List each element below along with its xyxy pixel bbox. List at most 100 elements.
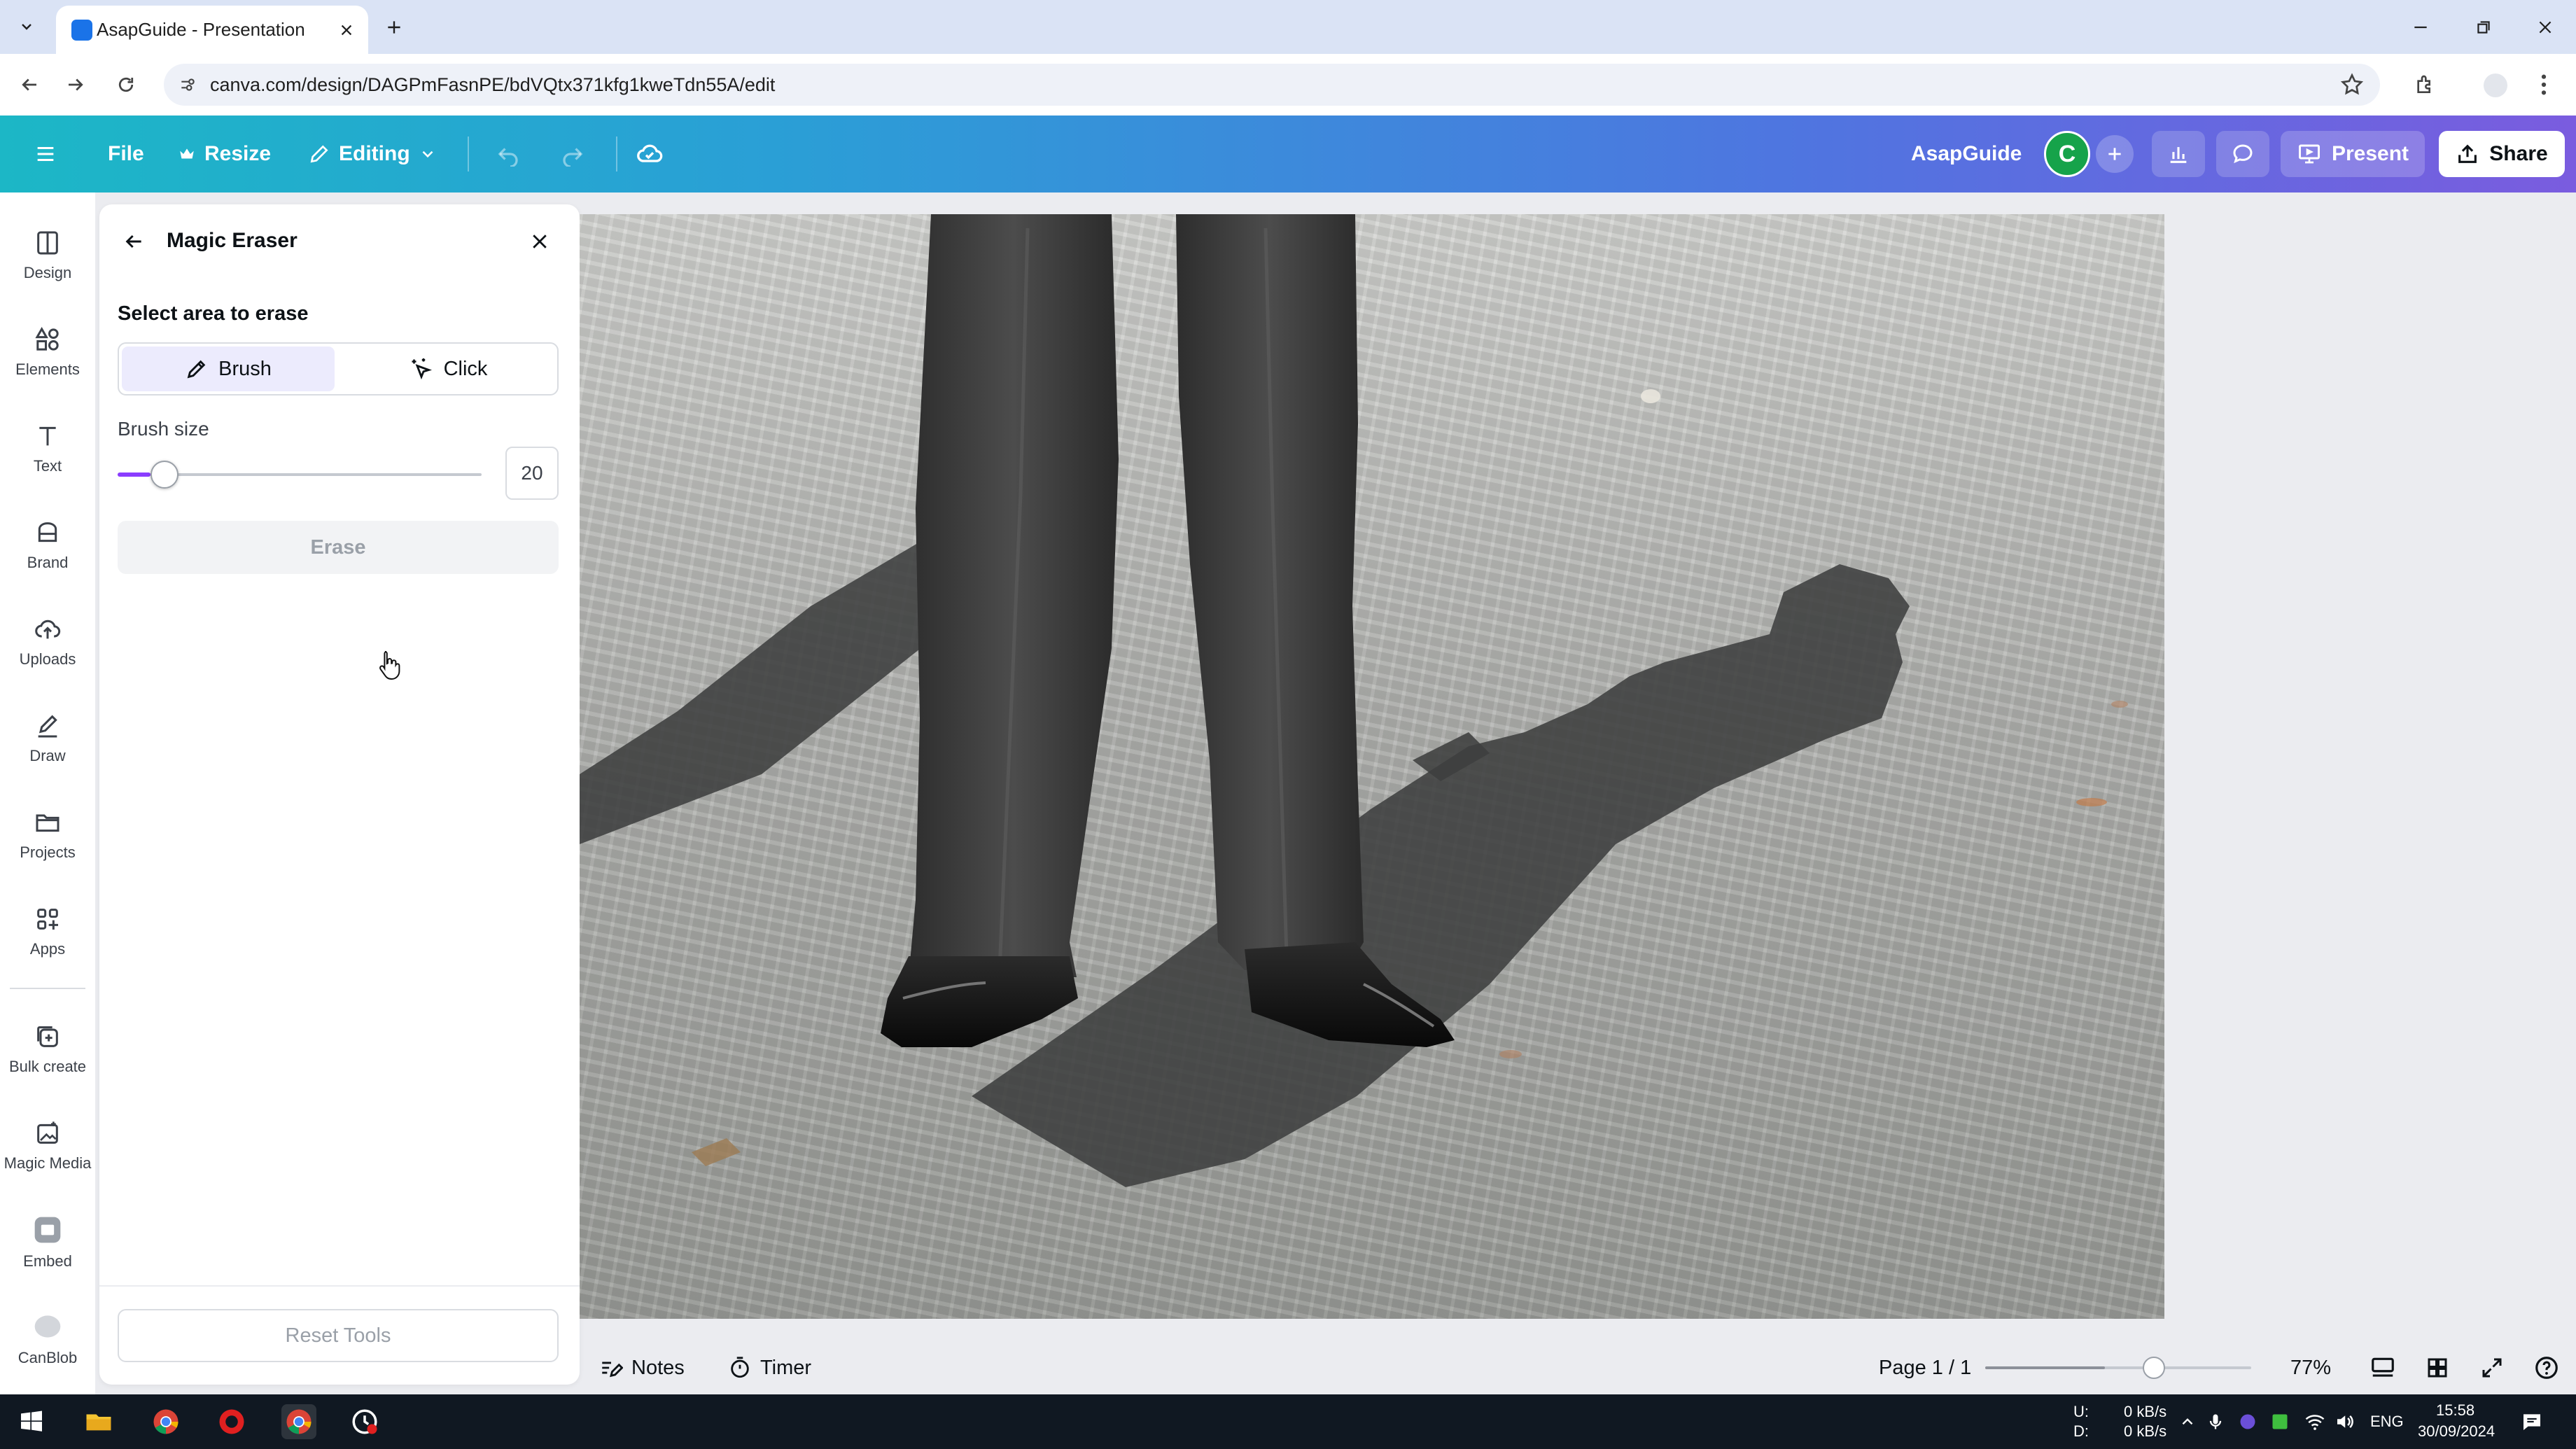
- timer-button[interactable]: Timer: [728, 1341, 811, 1394]
- share-button[interactable]: Share: [2439, 131, 2565, 177]
- rail-item-projects[interactable]: Projects: [0, 793, 95, 877]
- bulk-create-icon: [34, 1023, 62, 1051]
- zoom-slider-thumb[interactable]: [2143, 1357, 2165, 1379]
- microphone-icon[interactable]: [2198, 1404, 2233, 1439]
- cloud-upload-icon: [34, 615, 62, 643]
- shapes-icon: [34, 326, 62, 354]
- slider-fill: [118, 472, 150, 477]
- bookmark-star-icon[interactable]: [2339, 72, 2365, 97]
- site-info-icon[interactable]: [174, 71, 202, 99]
- brush-mode-button[interactable]: Brush: [122, 346, 335, 391]
- clock-app-icon[interactable]: [347, 1404, 382, 1439]
- user-avatar[interactable]: C: [2044, 131, 2090, 177]
- window-close-button[interactable]: [2524, 10, 2566, 45]
- click-mode-button[interactable]: Click: [342, 346, 554, 391]
- rail-label: Draw: [29, 747, 66, 764]
- rail-item-design[interactable]: Design: [0, 214, 95, 298]
- rail-label: Design: [23, 264, 72, 281]
- fullscreen-button[interactable]: [2477, 1352, 2507, 1383]
- extensions-puzzle-icon[interactable]: [2408, 68, 2442, 102]
- tab-close-icon[interactable]: [336, 20, 357, 41]
- zoom-percentage[interactable]: 77%: [2290, 1341, 2331, 1394]
- slider-thumb[interactable]: [150, 461, 178, 489]
- back-button[interactable]: [13, 68, 46, 102]
- rail-label: Elements: [15, 360, 80, 378]
- photo-legs-shadow-image: [580, 214, 2128, 1187]
- rail-item-elements[interactable]: Elements: [0, 310, 95, 394]
- canblob-app-icon: [32, 1311, 63, 1342]
- windows-start-icon[interactable]: [14, 1404, 49, 1439]
- notifications-icon[interactable]: [2514, 1404, 2549, 1439]
- forward-button[interactable]: [59, 68, 92, 102]
- address-bar[interactable]: canva.com/design/DAGPmFasnPE/bdVQtx371kf…: [164, 64, 2380, 106]
- rail-label: Uploads: [19, 650, 76, 668]
- reload-button[interactable]: [109, 68, 143, 102]
- rail-item-brand[interactable]: Brand: [0, 503, 95, 587]
- new-tab-button[interactable]: [378, 11, 410, 43]
- redo-button[interactable]: [560, 115, 585, 192]
- volume-icon[interactable]: [2327, 1404, 2362, 1439]
- file-menu[interactable]: File: [108, 115, 144, 192]
- pencil-icon: [308, 143, 330, 165]
- crown-icon: [178, 145, 196, 163]
- rail-item-canblob[interactable]: CanBlob: [0, 1297, 95, 1381]
- clock-time[interactable]: 15:58: [2436, 1401, 2474, 1420]
- folder-icon: [34, 808, 62, 836]
- browser-tab-active[interactable]: AsapGuide - Presentation: [56, 6, 368, 54]
- editing-mode-dropdown[interactable]: Editing: [308, 115, 437, 192]
- file-explorer-icon[interactable]: [81, 1404, 116, 1439]
- tray-app-icon[interactable]: [2230, 1404, 2265, 1439]
- team-name[interactable]: AsapGuide: [1911, 115, 2022, 192]
- back-arrow-button[interactable]: [118, 225, 150, 258]
- input-language[interactable]: ENG: [2370, 1413, 2404, 1431]
- pages-view-button[interactable]: [2367, 1352, 2398, 1383]
- rail-label: Magic Media: [4, 1154, 92, 1172]
- rail-item-embed[interactable]: Embed: [0, 1200, 95, 1284]
- rail-item-text[interactable]: Text: [0, 407, 95, 491]
- tray-gpu-icon[interactable]: [2262, 1404, 2297, 1439]
- design-canvas-photo[interactable]: [580, 214, 2164, 1319]
- notes-label: Notes: [631, 1356, 685, 1379]
- grid-view-button[interactable]: [2422, 1352, 2453, 1383]
- erase-button[interactable]: Erase: [118, 521, 559, 574]
- zoom-slider[interactable]: [1985, 1357, 2251, 1379]
- panel-close-button[interactable]: [524, 225, 556, 258]
- rail-item-bulk-create[interactable]: Bulk create: [0, 1007, 95, 1091]
- header-divider: [616, 136, 617, 172]
- present-label: Present: [2331, 142, 2409, 165]
- undo-button[interactable]: [496, 115, 521, 192]
- window-minimize-button[interactable]: [2400, 10, 2442, 45]
- embed-app-icon: [32, 1214, 63, 1245]
- url-text: canva.com/design/DAGPmFasnPE/bdVQtx371kf…: [210, 74, 776, 95]
- chrome-active-icon[interactable]: [281, 1404, 316, 1439]
- browser-menu-kebab-icon[interactable]: [2530, 68, 2558, 102]
- brush-size-input[interactable]: 20: [505, 447, 559, 500]
- recorder-app-icon[interactable]: [214, 1404, 249, 1439]
- comments-button[interactable]: [2216, 131, 2269, 177]
- net-download-label: D:: [2073, 1422, 2089, 1440]
- browser-profile-avatar[interactable]: [2484, 74, 2507, 97]
- clock-date[interactable]: 30/09/2024: [2418, 1422, 2495, 1441]
- rail-divider: [10, 988, 85, 989]
- brush-size-slider[interactable]: [118, 461, 482, 489]
- rail-item-uploads[interactable]: Uploads: [0, 600, 95, 684]
- brand-crown-icon: [34, 519, 62, 547]
- help-button[interactable]: [2531, 1352, 2562, 1383]
- stopwatch-icon: [728, 1356, 752, 1380]
- present-button[interactable]: Present: [2281, 131, 2425, 177]
- main-menu-button[interactable]: [34, 115, 57, 192]
- chevron-down-icon: [419, 145, 437, 163]
- rail-item-magic-media[interactable]: Magic Media: [0, 1104, 95, 1188]
- tab-search-button[interactable]: [10, 10, 43, 43]
- invite-button[interactable]: [2096, 135, 2134, 173]
- canva-header: File Resize Editing AsapGuide C Present …: [0, 115, 2576, 192]
- rail-item-apps[interactable]: Apps: [0, 890, 95, 974]
- chrome-icon[interactable]: [148, 1404, 183, 1439]
- rail-item-draw[interactable]: Draw: [0, 696, 95, 780]
- insights-button[interactable]: [2152, 131, 2205, 177]
- notes-button[interactable]: Notes: [599, 1341, 685, 1394]
- save-status-button[interactable]: [636, 115, 664, 192]
- page-indicator[interactable]: Page 1 / 1: [1879, 1341, 1971, 1394]
- window-restore-button[interactable]: [2463, 10, 2505, 45]
- resize-button[interactable]: Resize: [178, 115, 271, 192]
